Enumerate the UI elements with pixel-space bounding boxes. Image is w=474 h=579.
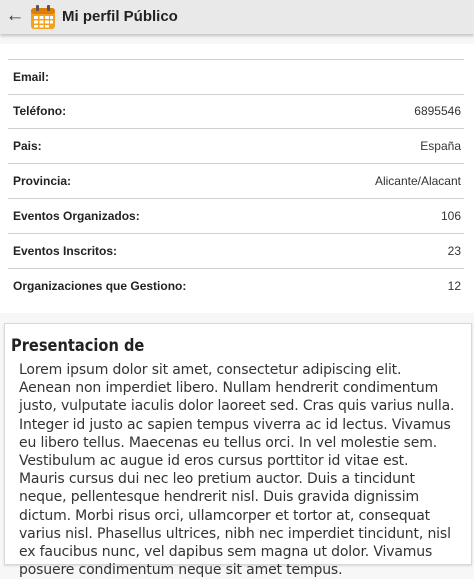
phone-value: 6895546	[414, 104, 461, 118]
events-organized-value: 106	[440, 209, 461, 223]
country-row: Pais: España	[8, 129, 464, 164]
events-registered-row: Eventos Inscritos: 23	[8, 234, 464, 269]
province-row: Provincia: Alicante/Alacant	[8, 164, 464, 199]
app-bar: ← Mi perfil Público	[0, 0, 474, 34]
country-value: España	[420, 139, 461, 153]
events-registered-label: Eventos Inscritos:	[13, 244, 118, 258]
phone-row: Teléfono: 6895546	[8, 94, 464, 129]
organizations-label: Organizaciones que Gestiono:	[13, 279, 187, 293]
calendar-icon	[31, 5, 55, 29]
presentation-title: Presentacion de	[11, 336, 145, 356]
presentation-card: Presentacion de Lorem ipsum dolor sit am…	[4, 323, 472, 578]
events-registered-value: 23	[447, 244, 461, 258]
presentation-text: Lorem ipsum dolor sit amet, consectetur …	[19, 362, 455, 579]
email-label: Email:	[13, 70, 50, 84]
organizations-row: Organizaciones que Gestiono: 12	[8, 269, 464, 303]
back-button[interactable]: ←	[4, 5, 26, 27]
events-organized-label: Eventos Organizados:	[13, 209, 140, 223]
email-row: Email:	[8, 59, 464, 95]
phone-label: Teléfono:	[13, 104, 67, 118]
province-value: Alicante/Alacant	[374, 174, 461, 188]
profile-info-panel: Email: Teléfono: 6895546 Pais: España Pr…	[0, 44, 474, 313]
province-label: Provincia:	[13, 174, 72, 188]
country-label: Pais:	[13, 139, 42, 153]
page-title: Mi perfil Público	[62, 8, 178, 25]
organizations-value: 12	[447, 279, 461, 293]
events-organized-row: Eventos Organizados: 106	[8, 199, 464, 234]
arrow-left-icon: ←	[5, 5, 25, 26]
